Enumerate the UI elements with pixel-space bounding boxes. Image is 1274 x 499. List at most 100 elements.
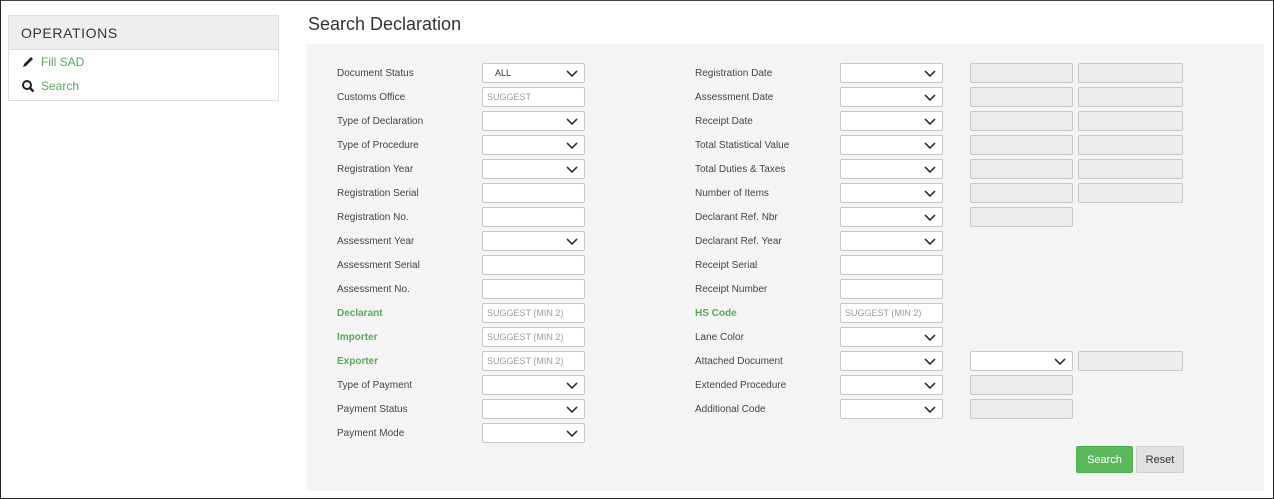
receipt-number-input[interactable] [840,279,943,299]
lane-color-select[interactable] [840,327,943,347]
chevron-down-icon [566,430,578,438]
extended-procedure-value-input[interactable] [970,375,1073,395]
label-declarant-ref-nbr: Declarant Ref. Nbr [695,212,778,223]
importer-input[interactable]: SUGGEST (MIN 2) [482,327,585,347]
label-payment-mode: Payment Mode [337,428,405,439]
label-registration-serial: Registration Serial [337,188,419,199]
label-type-of-procedure: Type of Procedure [337,140,419,151]
type-of-procedure-select[interactable] [482,135,585,155]
receipt-date-operator-select[interactable] [840,111,943,131]
customs-office-input[interactable]: SUGGEST [482,87,585,107]
search-form-panel: Document Status Customs Office Type of D… [307,44,1264,491]
assessment-year-select[interactable] [482,231,585,251]
chevron-down-icon [566,70,578,78]
label-registration-year: Registration Year [337,164,414,175]
chevron-down-icon [566,142,578,150]
label-type-of-payment: Type of Payment [337,380,413,391]
sidebar-item-search[interactable]: Search [9,74,278,98]
registration-no-input[interactable] [482,207,585,227]
number-of-items-from-input[interactable] [970,183,1073,203]
chevron-down-icon [924,142,936,150]
label-importer[interactable]: Importer [337,332,378,343]
declarant-input[interactable]: SUGGEST (MIN 2) [482,303,585,323]
chevron-down-icon [924,118,936,126]
registration-date-from-input[interactable] [970,63,1073,83]
placeholder: SUGGEST (MIN 2) [487,308,564,318]
additional-code-value-input[interactable] [970,399,1073,419]
label-type-of-declaration: Type of Declaration [337,116,424,127]
placeholder: SUGGEST (MIN 2) [487,356,564,366]
pencil-icon [23,57,33,67]
total-statistical-value-operator-select[interactable] [840,135,943,155]
registration-date-operator-select[interactable] [840,63,943,83]
extended-procedure-select[interactable] [840,375,943,395]
sidebar-item-fill-sad[interactable]: Fill SAD [9,50,278,74]
hs-code-input[interactable]: SUGGEST (MIN 2) [840,303,943,323]
declarant-ref-nbr-value-input[interactable] [970,207,1073,227]
chevron-down-icon [924,382,936,390]
attached-document-select[interactable] [840,351,943,371]
chevron-down-icon [924,238,936,246]
total-duties-taxes-to-input[interactable] [1078,159,1183,179]
assessment-serial-input[interactable] [482,255,585,275]
sidebar-item-label: Fill SAD [41,55,85,69]
number-of-items-to-input[interactable] [1078,183,1183,203]
attached-document-type-select[interactable] [970,351,1073,371]
document-status-select[interactable]: ALL [482,63,585,83]
registration-date-to-input[interactable] [1078,63,1183,83]
attached-document-value-input[interactable] [1078,351,1183,371]
sidebar-item-label: Search [41,79,80,93]
placeholder: SUGGEST (MIN 2) [487,332,564,342]
label-exporter[interactable]: Exporter [337,356,378,367]
total-duties-taxes-operator-select[interactable] [840,159,943,179]
chevron-down-icon [566,166,578,174]
label-total-statistical-value: Total Statistical Value [695,140,790,151]
label-declarant[interactable]: Declarant [337,308,383,319]
search-button[interactable]: Search [1076,446,1133,473]
label-payment-status: Payment Status [337,404,408,415]
label-receipt-number: Receipt Number [695,284,768,295]
chevron-down-icon [924,358,936,366]
label-assessment-date: Assessment Date [695,92,774,103]
chevron-down-icon [924,94,936,102]
receipt-date-from-input[interactable] [970,111,1073,131]
receipt-serial-input[interactable] [840,255,943,275]
total-statistical-value-from-input[interactable] [970,135,1073,155]
total-statistical-value-to-input[interactable] [1078,135,1183,155]
chevron-down-icon [924,214,936,222]
reset-button[interactable]: Reset [1136,446,1184,473]
type-of-payment-select[interactable] [482,375,585,395]
assessment-date-operator-select[interactable] [840,87,943,107]
label-assessment-year: Assessment Year [337,236,415,247]
chevron-down-icon [566,118,578,126]
label-receipt-date: Receipt Date [695,116,753,127]
number-of-items-operator-select[interactable] [840,183,943,203]
exporter-input[interactable]: SUGGEST (MIN 2) [482,351,585,371]
label-hs-code[interactable]: HS Code [695,308,737,319]
label-additional-code: Additional Code [695,404,766,415]
declarant-ref-nbr-operator-select[interactable] [840,207,943,227]
payment-mode-select[interactable] [482,423,585,443]
label-registration-no: Registration No. [337,212,409,223]
chevron-down-icon [924,406,936,414]
payment-status-select[interactable] [482,399,585,419]
chevron-down-icon [566,238,578,246]
search-icon [22,80,35,93]
registration-year-select[interactable] [482,159,585,179]
operations-sidebar: OPERATIONS Fill SAD Search [8,15,279,101]
assessment-no-input[interactable] [482,279,585,299]
assessment-date-to-input[interactable] [1078,87,1183,107]
receipt-date-to-input[interactable] [1078,111,1183,131]
assessment-date-from-input[interactable] [970,87,1073,107]
type-of-declaration-select[interactable] [482,111,585,131]
registration-serial-input[interactable] [482,183,585,203]
total-duties-taxes-from-input[interactable] [970,159,1073,179]
additional-code-select[interactable] [840,399,943,419]
chevron-down-icon [924,190,936,198]
selected-value: ALL [495,68,512,78]
label-total-duties-taxes: Total Duties & Taxes [695,164,786,175]
declarant-ref-year-select[interactable] [840,231,943,251]
label-assessment-no: Assessment No. [337,284,410,295]
sidebar-heading: OPERATIONS [9,16,278,50]
label-receipt-serial: Receipt Serial [695,260,758,271]
